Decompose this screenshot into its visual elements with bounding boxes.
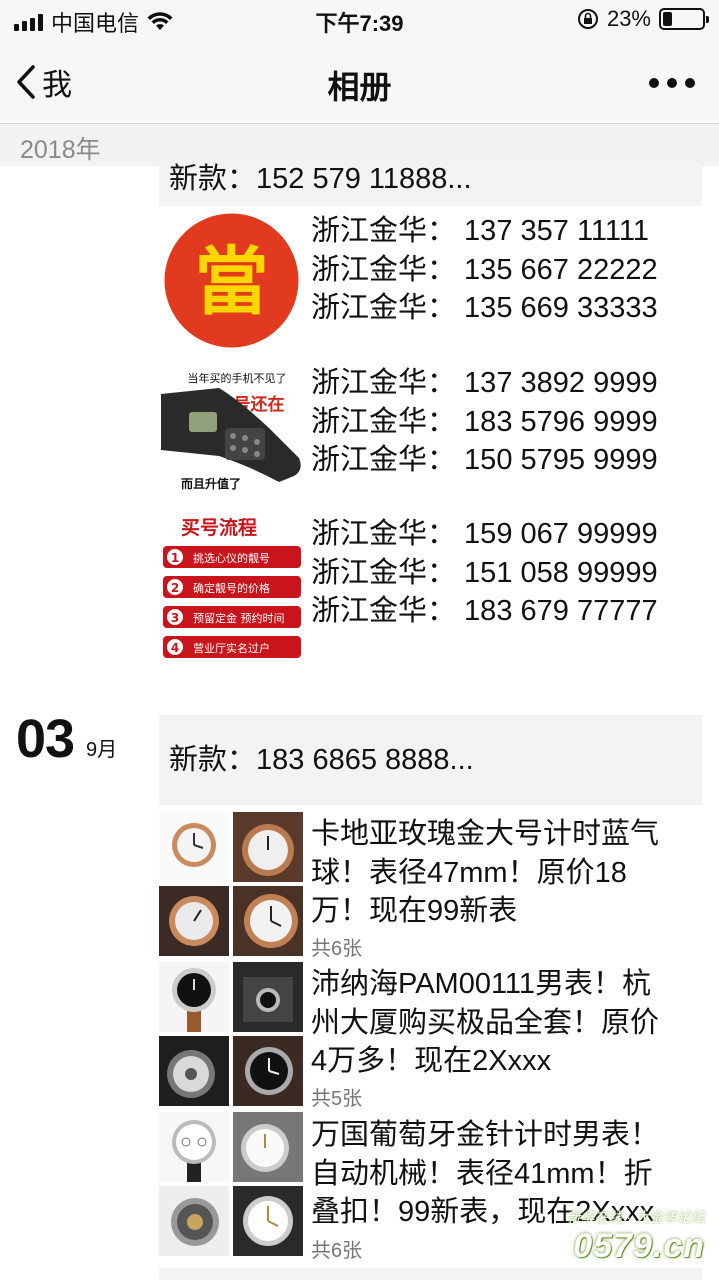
watch-photo[interactable] xyxy=(233,812,303,882)
pawnshop-logo-image[interactable]: 當 xyxy=(159,208,304,353)
watch-photo-icon xyxy=(159,1186,229,1256)
battery-icon xyxy=(659,8,709,30)
watch-photo[interactable] xyxy=(233,962,303,1032)
number-list[interactable]: 浙江金华： 137 3892 9999 浙江金华： 183 5796 9999 … xyxy=(311,364,658,480)
rotation-lock-icon xyxy=(577,9,598,29)
watch-photo[interactable] xyxy=(233,1186,303,1256)
caption-line: 自动机械！表径41mm！折 xyxy=(311,1157,653,1190)
date-month: 9月 xyxy=(86,739,118,761)
number-line: 浙江金华： 135 667 22222 xyxy=(311,253,658,286)
number-line: 浙江金华： 137 357 11111 xyxy=(311,215,649,247)
number-line: 浙江金华： 150 5795 9999 xyxy=(311,444,658,476)
watch-photo-icon xyxy=(233,1036,303,1106)
process-steps-icon: 买号流程 1 挑选心仪的靓号 2 确定靓号的价格 3 预留定金 预约时间 4 营… xyxy=(159,514,301,658)
entry-header-text: 新款：152 579 11888... xyxy=(169,163,472,195)
ad-text-top: 当年买的手机不见了 xyxy=(188,371,287,385)
battery-group: 23% xyxy=(577,6,709,32)
caption-line: 卡地亚玫瑰金大号计时蓝气 xyxy=(311,818,660,850)
svg-text:1: 1 xyxy=(171,551,179,565)
number-line: 浙江金华： 151 058 99999 xyxy=(311,556,658,589)
process-step: 营业厅实名过户 xyxy=(193,641,270,655)
date-day: 03 xyxy=(16,709,75,769)
svg-text:2: 2 xyxy=(171,581,179,595)
watch-photo-icon xyxy=(159,962,229,1032)
page-title: 相册 xyxy=(327,69,392,105)
watch-photo[interactable] xyxy=(159,962,229,1032)
year-label: 2018年 xyxy=(20,136,101,164)
caption-line: 州大厦购买极品全套！原价 xyxy=(311,1006,660,1039)
more-options-button[interactable] xyxy=(649,78,695,88)
process-title: 买号流程 xyxy=(181,516,257,539)
number-list[interactable]: 浙江金华： 137 357 11111 浙江金华： 135 667 22222 … xyxy=(311,212,658,328)
more-dot-icon xyxy=(649,78,659,88)
caption-line: 4万多！现在2Xxxx xyxy=(311,1045,552,1077)
number-line: 浙江金华： 137 3892 9999 xyxy=(311,367,658,399)
post-caption[interactable]: 沛纳海PAM00111男表！杭 州大厦购买极品全套！原价 4万多！现在2Xxxx xyxy=(311,965,659,1081)
number-line: 浙江金华： 183 679 77777 xyxy=(311,595,658,627)
watch-photo-icon xyxy=(159,1036,229,1106)
svg-text:4: 4 xyxy=(171,641,179,655)
watch-photo-icon xyxy=(159,886,229,956)
watch-photo[interactable] xyxy=(233,886,303,956)
pawnshop-logo-icon: 當 xyxy=(164,213,299,348)
watch-photo-icon xyxy=(233,962,303,1032)
caption-line: 万！现在99新表 xyxy=(311,895,518,927)
watch-photo-icon xyxy=(159,1112,229,1182)
watch-photo-icon xyxy=(233,1186,303,1256)
phone-ad-image[interactable]: 当年买的手机不见了 号还在 而且升值了 xyxy=(159,358,304,503)
more-dot-icon xyxy=(667,78,677,88)
number-line: 浙江金华： 135 669 33333 xyxy=(311,292,658,324)
entry-header-text: 新款：183 6865 8888... xyxy=(169,744,474,776)
watch-photo[interactable] xyxy=(233,1112,303,1182)
process-step: 预留定金 预约时间 xyxy=(193,611,285,625)
watch-photo[interactable] xyxy=(159,1112,229,1182)
number-line: 浙江金华： 183 5796 9999 xyxy=(311,405,658,438)
post-caption[interactable]: 卡地亚玫瑰金大号计时蓝气 球！表径47mm！原价18 万！现在99新表 xyxy=(311,815,659,931)
site-watermark: 新华在线 · 大金华论坛 0579.cn xyxy=(567,1207,705,1266)
ad-text-bottom: 而且升值了 xyxy=(181,476,241,491)
caption-line: 万国葡萄牙金针计时男表！ xyxy=(311,1119,660,1151)
photo-count: 共6张 xyxy=(311,938,363,960)
watermark-subtitle: 新华在线 · 大金华论坛 xyxy=(566,1209,705,1225)
status-bar: 中国电信 下午7:39 23% xyxy=(0,0,719,40)
watch-photo-icon xyxy=(233,886,303,956)
caption-line: 沛纳海PAM00111男表！杭 xyxy=(311,968,652,1000)
watch-photo-icon xyxy=(159,812,229,882)
more-dot-icon xyxy=(685,78,695,88)
battery-percent: 23% xyxy=(606,6,651,31)
svg-text:3: 3 xyxy=(171,611,179,625)
watch-photo[interactable] xyxy=(159,886,229,956)
photo-count: 共5张 xyxy=(311,1088,363,1110)
number-line: 浙江金华： 159 067 99999 xyxy=(311,518,658,550)
watch-photo[interactable] xyxy=(159,1036,229,1106)
watermark-logo: 0579.cn xyxy=(573,1227,705,1265)
navigation-bar: 我 相册 xyxy=(0,40,719,124)
watch-photo[interactable] xyxy=(233,1036,303,1106)
next-entry-card[interactable] xyxy=(159,1268,702,1280)
logo-character: 當 xyxy=(195,239,269,325)
watch-photo[interactable] xyxy=(159,812,229,882)
number-list[interactable]: 浙江金华： 159 067 99999 浙江金华： 151 058 99999 … xyxy=(311,515,658,631)
process-step: 确定靓号的价格 xyxy=(193,581,270,595)
watch-photo-icon xyxy=(233,1112,303,1182)
process-step: 挑选心仪的靓号 xyxy=(193,551,270,565)
watch-photo-icon xyxy=(233,812,303,882)
watch-photo[interactable] xyxy=(159,1186,229,1256)
caption-line: 球！表径47mm！原价18 xyxy=(311,856,627,889)
process-ad-image[interactable]: 买号流程 1 挑选心仪的靓号 2 确定靓号的价格 3 预留定金 预约时间 4 营… xyxy=(159,512,304,660)
photo-count: 共6张 xyxy=(311,1240,363,1262)
old-phone-icon: 当年买的手机不见了 号还在 而且升值了 xyxy=(161,371,301,491)
